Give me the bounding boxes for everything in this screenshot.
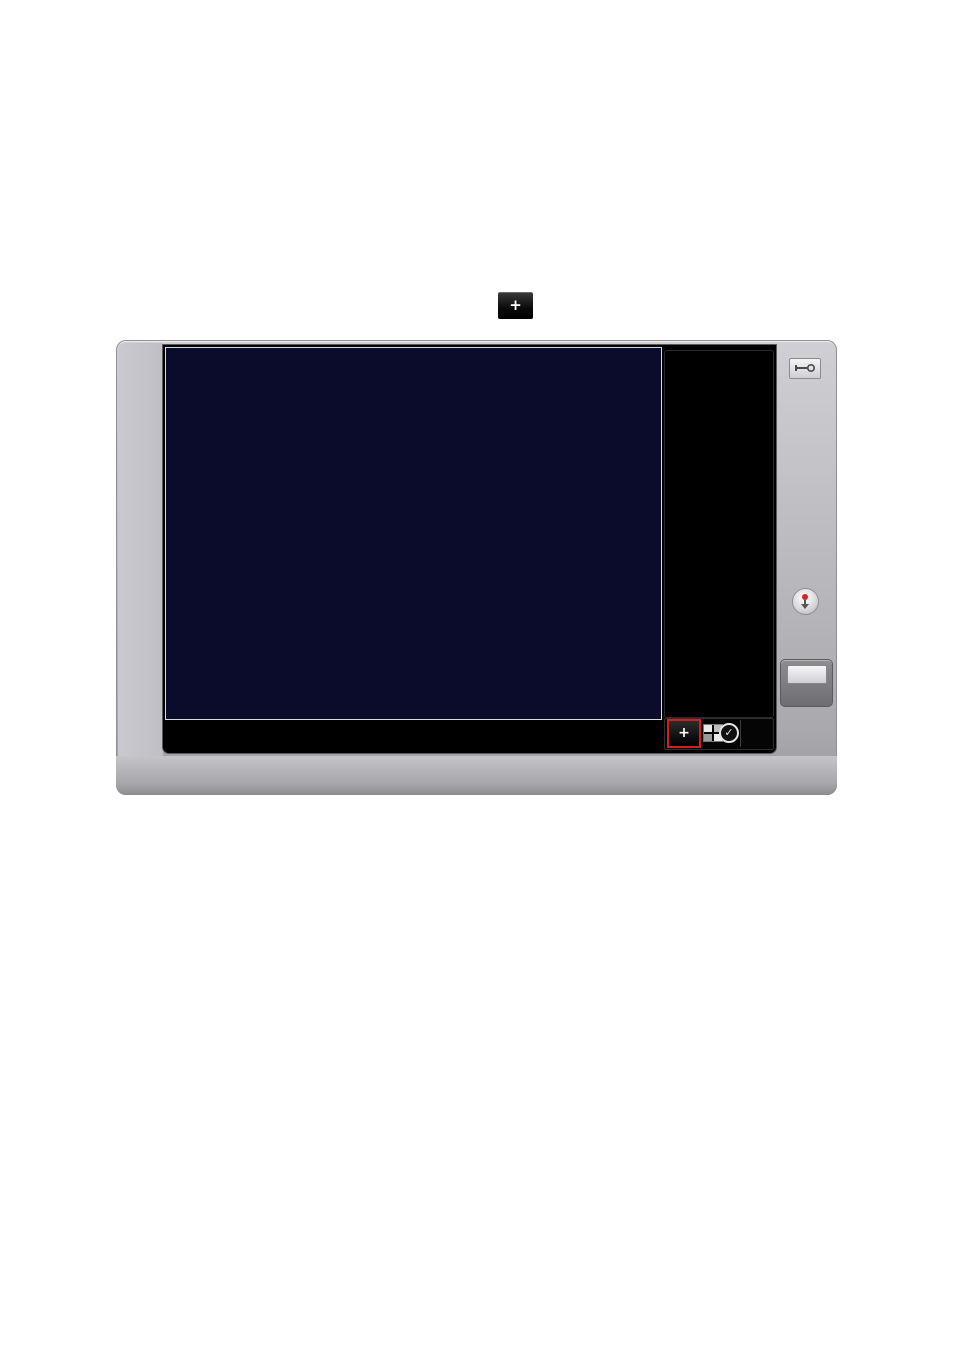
add-button[interactable]: + (667, 719, 701, 748)
side-action-button[interactable] (780, 659, 833, 707)
clock-icon[interactable]: ✓ (719, 723, 739, 743)
video-display[interactable] (165, 347, 662, 720)
toolbar-divider (740, 720, 741, 747)
settings-button[interactable] (789, 358, 821, 379)
camera-list-pane[interactable] (664, 350, 774, 718)
record-button[interactable] (792, 588, 819, 615)
standalone-plus-button[interactable]: + (498, 292, 533, 319)
wrench-icon (795, 363, 816, 373)
frame-left-bezel (118, 343, 163, 756)
plus-icon: + (509, 296, 522, 314)
blank-button-icon (787, 665, 827, 684)
plus-icon: + (678, 725, 690, 741)
record-download-icon (801, 594, 809, 609)
page: + + ✓ (0, 0, 954, 1350)
frame-bottom-bezel (116, 756, 837, 795)
